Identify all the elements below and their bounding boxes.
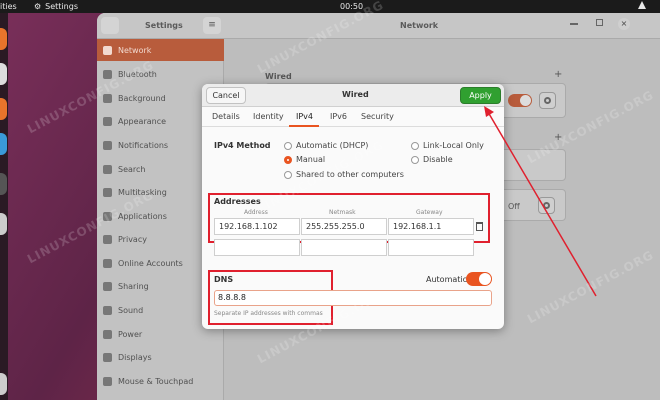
annotation-arrow [484, 106, 597, 297]
arrow-head [484, 106, 494, 117]
arrow-line [487, 111, 597, 297]
